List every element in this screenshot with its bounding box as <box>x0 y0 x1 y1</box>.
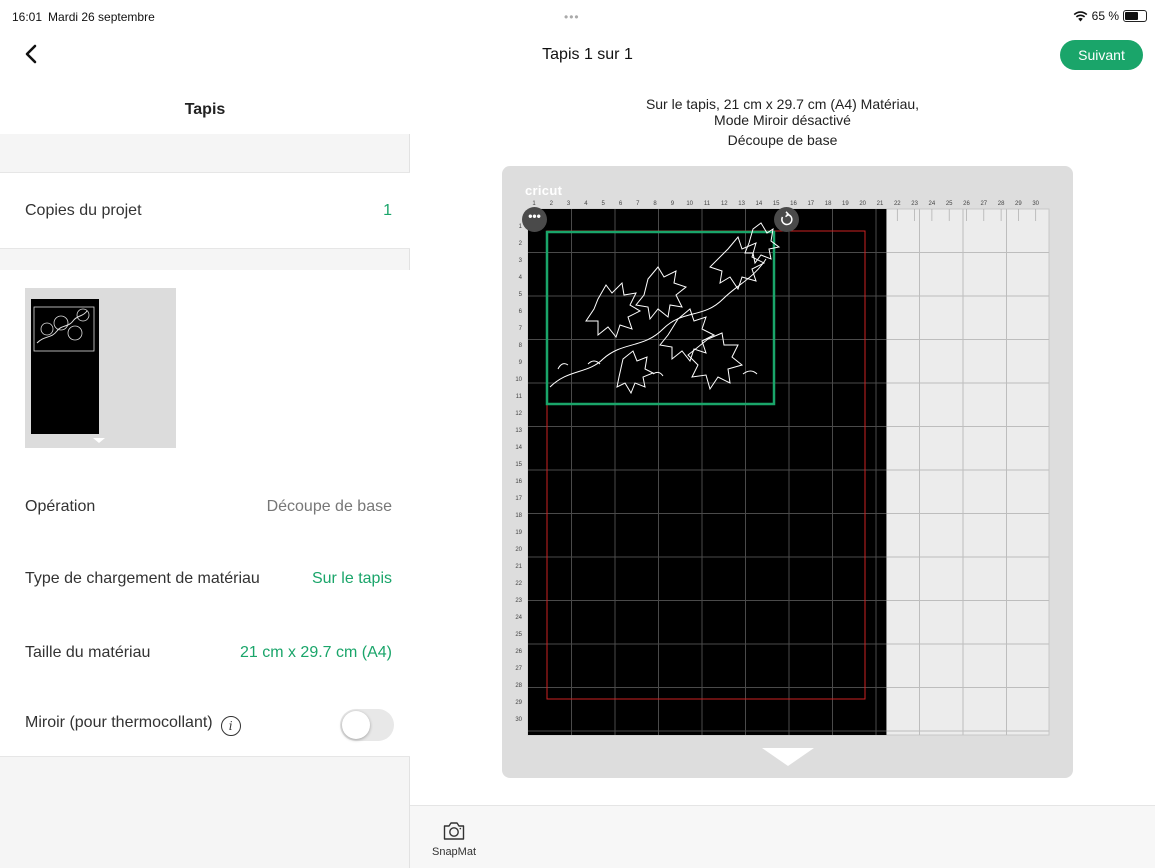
ruler-side-label: 10 <box>515 377 522 383</box>
ruler-side-label: 17 <box>515 496 522 502</box>
ruler-side-label: 12 <box>515 411 522 417</box>
mat-info: Sur le tapis, 21 cm x 29.7 cm (A4) Matér… <box>410 96 1155 148</box>
panel-title: Tapis <box>0 82 410 134</box>
ruler-side-label: 15 <box>515 462 522 468</box>
ruler-side-label: 18 <box>515 513 522 519</box>
ruler-side-label: 24 <box>515 615 522 621</box>
load-type-value[interactable]: Sur le tapis <box>312 570 392 588</box>
ruler-side-label: 23 <box>515 598 522 604</box>
thumbnail-design <box>33 306 95 352</box>
mat-info-line2: Mode Miroir désactivé <box>714 112 851 128</box>
ruler-top-label: 23 <box>911 201 918 207</box>
back-button[interactable] <box>18 40 48 70</box>
mat-grid: 1 2 3 4 5 6 7 8 9 10 11 12 13 14 15 16 17 18 19 20 21 22 23 24 2… <box>515 201 1050 736</box>
ruler-top-label: 12 <box>721 201 728 207</box>
info-icon[interactable]: i <box>220 716 241 736</box>
ruler-side-label: 22 <box>515 581 522 587</box>
ruler-top-label: 30 <box>1032 201 1039 207</box>
battery-percent: 65 % <box>1091 9 1119 23</box>
mat-thumbnail[interactable] <box>25 288 176 448</box>
copies-row[interactable]: Copies du projet 1 <box>0 172 410 249</box>
toggle-knob <box>342 711 370 739</box>
ruler-side-label: 28 <box>515 683 522 689</box>
camera-icon <box>443 822 465 840</box>
operation-label: Opération <box>25 498 96 515</box>
ruler-side-label: 20 <box>515 547 522 553</box>
material-size-value[interactable]: 21 cm x 29.7 cm (A4) <box>240 644 392 662</box>
mat-info-line1: Sur le tapis, 21 cm x 29.7 cm (A4) Matér… <box>645 96 920 112</box>
ruler-top-label: 24 <box>929 201 936 207</box>
ruler-top-label: 29 <box>1015 201 1022 207</box>
ruler-side-label: 11 <box>516 394 523 400</box>
ruler-top-label: 19 <box>842 201 849 207</box>
load-type-label: Type de chargement de matériau <box>25 570 260 587</box>
ruler-top-label: 28 <box>998 201 1005 207</box>
wifi-icon <box>1073 11 1088 22</box>
mirror-label: Miroir (pour thermocollant) <box>25 714 213 731</box>
mat-expand-arrow-icon[interactable] <box>762 748 814 766</box>
ruler-side-label: 19 <box>515 530 522 536</box>
status-time: 16:01 <box>12 10 43 24</box>
ruler-top-label: 10 <box>686 201 693 207</box>
ruler-side-label: 25 <box>515 632 522 638</box>
multitask-dots[interactable]: ••• <box>564 10 580 24</box>
ruler-top-label: 27 <box>980 201 987 207</box>
rotate-button[interactable] <box>774 207 799 232</box>
operation-row[interactable]: Opération Découpe de base <box>0 472 410 542</box>
ruler-top-label: 18 <box>825 201 832 207</box>
cricut-logo: cricut <box>525 183 563 198</box>
ruler-top-label: 11 <box>704 201 711 207</box>
mat-info-operation: Découpe de base <box>727 132 838 148</box>
chevron-left-icon <box>25 44 37 64</box>
snapmat-button[interactable]: SnapMat <box>427 820 481 858</box>
more-options-button[interactable]: ••• <box>522 207 547 232</box>
next-button[interactable]: Suivant <box>1060 40 1143 70</box>
status-time-date: 16:01 Mardi 26 septembre <box>12 10 155 24</box>
material-size-label: Taille du matériau <box>25 644 151 661</box>
thumbnail-arrow-icon <box>93 438 105 443</box>
ruler-side-label: 26 <box>515 649 522 655</box>
bottom-toolbar: SnapMat <box>410 805 1155 868</box>
battery-icon <box>1123 10 1147 22</box>
load-type-row[interactable]: Type de chargement de matériau Sur le ta… <box>0 542 410 617</box>
status-date: Mardi 26 septembre <box>48 10 155 24</box>
status-indicators: 65 % <box>1073 9 1147 23</box>
ruler-side-label: 30 <box>515 717 522 723</box>
ruler-side-label: 14 <box>515 445 522 451</box>
ruler-top-label: 22 <box>894 201 901 207</box>
mirror-row: Miroir (pour thermocollant) i <box>0 691 410 757</box>
page-title: Tapis 1 sur 1 <box>542 46 633 63</box>
ruler-top-label: 17 <box>807 201 814 207</box>
status-bar: 16:01 Mardi 26 septembre ••• 65 % <box>0 0 1155 34</box>
ruler-side-label: 13 <box>515 428 522 434</box>
ruler-side-label: 21 <box>515 564 522 570</box>
ruler-top-label: 20 <box>859 201 866 207</box>
thumbnail-material <box>31 299 99 434</box>
ruler-side-label: 16 <box>515 479 522 485</box>
material-size-row[interactable]: Taille du matériau 21 cm x 29.7 cm (A4) <box>0 617 410 691</box>
ruler-side-label: 29 <box>515 700 522 706</box>
battery-level <box>1125 12 1138 20</box>
operation-value[interactable]: Découpe de base <box>267 498 392 516</box>
ruler-top-label: 25 <box>946 201 953 207</box>
copies-value[interactable]: 1 <box>383 202 392 220</box>
ruler-top-label: 26 <box>963 201 970 207</box>
copies-label: Copies du projet <box>25 202 142 219</box>
ruler-top-label: 21 <box>877 201 884 207</box>
snapmat-label: SnapMat <box>431 846 477 858</box>
mirror-label-group: Miroir (pour thermocollant) i <box>25 714 241 736</box>
ruler-top-label: 13 <box>738 201 745 207</box>
rotate-icon <box>781 211 793 226</box>
mat-settings-panel: Tapis Copies du projet 1 Opération Décou… <box>0 82 410 868</box>
ruler-top-label: 14 <box>756 201 763 207</box>
mirror-toggle[interactable] <box>340 709 394 741</box>
ruler-side-label: 27 <box>515 666 522 672</box>
